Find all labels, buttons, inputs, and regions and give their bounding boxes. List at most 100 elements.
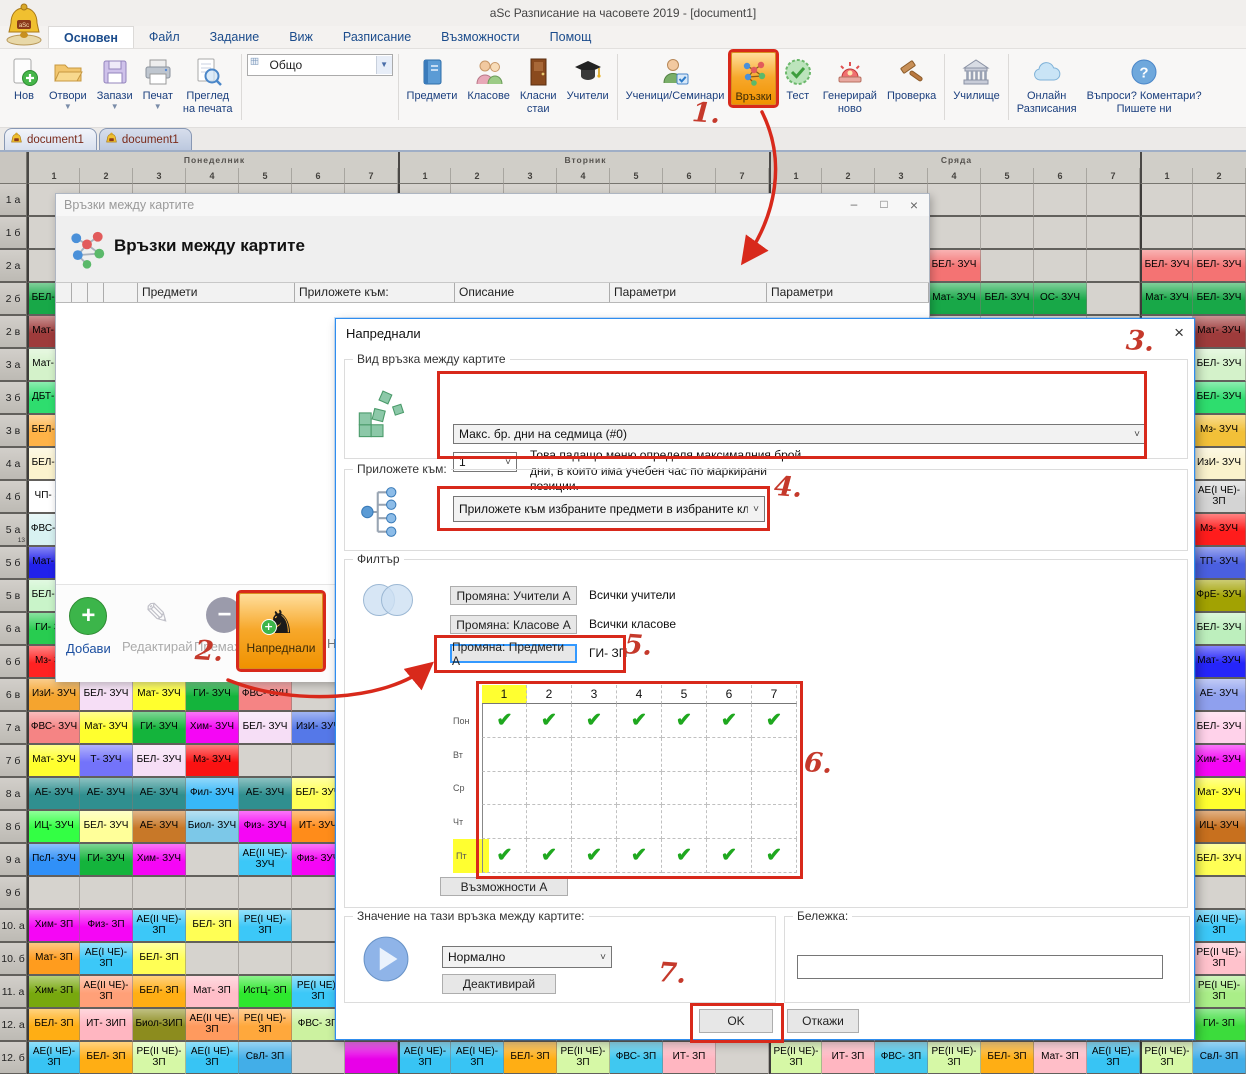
- day-period-cell[interactable]: [707, 772, 752, 806]
- period-header[interactable]: 5: [981, 168, 1034, 184]
- day-period-cell[interactable]: [617, 805, 662, 839]
- weight-dropdown[interactable]: Нормално ˅: [442, 946, 612, 968]
- class-label[interactable]: 8 б: [0, 811, 27, 844]
- lesson-cell[interactable]: РЕ(II ЧЕ)-ЗП: [1193, 943, 1246, 976]
- day-period-cell[interactable]: ✔: [707, 839, 752, 873]
- lesson-cell[interactable]: [1140, 217, 1193, 250]
- view-combo[interactable]: Общо ▼: [247, 54, 393, 76]
- period-header[interactable]: 2: [451, 168, 504, 184]
- day-period-cell[interactable]: ✔: [572, 839, 617, 873]
- day-period-cell[interactable]: [707, 738, 752, 772]
- lesson-cell[interactable]: АЕ(II ЧЕ)-ЗУЧ: [239, 844, 292, 877]
- ribbon-button-тест[interactable]: Тест: [780, 52, 816, 103]
- lesson-cell[interactable]: АЕ(I ЧЕ)-ЗП: [27, 1042, 80, 1074]
- lesson-cell[interactable]: [981, 250, 1034, 283]
- class-label[interactable]: 9 а: [0, 844, 27, 877]
- period-header[interactable]: 3: [504, 168, 557, 184]
- day-period-cell[interactable]: ✔: [482, 839, 527, 873]
- lesson-cell[interactable]: ФВС- ЗУЧ: [27, 712, 80, 745]
- period-header[interactable]: 6: [1034, 168, 1087, 184]
- class-label[interactable]: 5 б: [0, 547, 27, 580]
- ribbon-button-класни[interactable]: Класни стаи: [517, 52, 560, 115]
- class-label[interactable]: 3 в: [0, 415, 27, 448]
- lesson-cell[interactable]: Т- ЗУЧ: [80, 745, 133, 778]
- day-period-cell[interactable]: [482, 738, 527, 772]
- day-period-cell[interactable]: ✔: [617, 839, 662, 873]
- lesson-cell[interactable]: РЕ(II ЧЕ)-ЗП: [133, 1042, 186, 1074]
- lesson-cell[interactable]: [186, 844, 239, 877]
- note-input[interactable]: [797, 955, 1163, 979]
- ribbon-button-отвори[interactable]: Отвори▼: [46, 52, 90, 110]
- lesson-cell[interactable]: [80, 877, 133, 910]
- day-period-cell[interactable]: ✔: [527, 839, 572, 873]
- day-period-cell[interactable]: ✔: [662, 704, 707, 738]
- day-period-cell[interactable]: [662, 805, 707, 839]
- period-header[interactable]: 1: [769, 168, 822, 184]
- period-header[interactable]: 1: [27, 168, 80, 184]
- lesson-cell[interactable]: Мат- ЗП: [27, 943, 80, 976]
- lesson-cell[interactable]: [928, 184, 981, 217]
- class-label[interactable]: 1 б: [0, 217, 27, 250]
- lesson-cell[interactable]: БЕЛ- ЗУЧ: [1193, 712, 1246, 745]
- lesson-cell[interactable]: БЕЛ- ЗУЧ: [80, 679, 133, 712]
- class-label[interactable]: 4 а: [0, 448, 27, 481]
- day-period-cell[interactable]: [752, 772, 797, 806]
- lesson-cell[interactable]: [27, 877, 80, 910]
- lesson-cell[interactable]: ФрЕ- ЗУЧ: [1193, 580, 1246, 613]
- ribbon-tab-Помощ[interactable]: Помощ: [535, 26, 607, 48]
- class-label[interactable]: 9 б: [0, 877, 27, 910]
- lesson-cell[interactable]: АЕ(I ЧЕ)-ЗП: [80, 943, 133, 976]
- lesson-cell[interactable]: Хим- ЗП: [27, 976, 80, 1009]
- period-header[interactable]: 6: [292, 168, 345, 184]
- day-period-cell[interactable]: ✔: [662, 839, 707, 873]
- lesson-cell[interactable]: [1087, 217, 1140, 250]
- lesson-cell[interactable]: [1193, 217, 1246, 250]
- period-header[interactable]: 2: [80, 168, 133, 184]
- lesson-cell[interactable]: Мат- ЗУЧ: [1140, 283, 1193, 316]
- ribbon-button-онлайн[interactable]: Онлайн Разписания: [1014, 52, 1080, 115]
- lesson-cell[interactable]: БЕЛ- ЗП: [981, 1042, 1034, 1074]
- lesson-cell[interactable]: [1087, 250, 1140, 283]
- lesson-cell[interactable]: Мз- ЗУЧ: [186, 745, 239, 778]
- day-period-cell[interactable]: [572, 772, 617, 806]
- day-period-cell[interactable]: [617, 738, 662, 772]
- lesson-cell[interactable]: БЕЛ- ЗУЧ: [1193, 613, 1246, 646]
- class-label[interactable]: 12. а: [0, 1009, 27, 1042]
- day-period-cell[interactable]: ✔: [482, 704, 527, 738]
- lesson-cell[interactable]: ФВС- ЗП: [875, 1042, 928, 1074]
- lesson-cell[interactable]: АЕ(I ЧЕ)-ЗП: [398, 1042, 451, 1074]
- lesson-cell[interactable]: Мат- ЗУЧ: [928, 283, 981, 316]
- lesson-cell[interactable]: БЕЛ- ЗУЧ: [981, 283, 1034, 316]
- lesson-cell[interactable]: СвЛ- ЗП: [239, 1042, 292, 1074]
- period-header[interactable]: 2: [822, 168, 875, 184]
- lesson-cell[interactable]: РЕ(I ЧЕ)-ЗП: [1193, 976, 1246, 1009]
- class-label[interactable]: 10. а: [0, 910, 27, 943]
- lesson-cell[interactable]: [345, 1042, 398, 1074]
- advanced-button[interactable]: ♞+ Напреднали: [239, 593, 323, 669]
- maximize-icon[interactable]: □: [869, 197, 899, 213]
- lesson-cell[interactable]: [239, 877, 292, 910]
- lesson-cell[interactable]: РЕ(I ЧЕ)-ЗП: [239, 1009, 292, 1042]
- day-period-cell[interactable]: ✔: [752, 704, 797, 738]
- period-header[interactable]: 7: [1087, 168, 1140, 184]
- lesson-cell[interactable]: БЕЛ- ЗУЧ: [1193, 382, 1246, 415]
- lesson-cell[interactable]: Фил- ЗУЧ: [186, 778, 239, 811]
- ok-button[interactable]: OK: [699, 1009, 773, 1033]
- lesson-cell[interactable]: ПсЛ- ЗУЧ: [27, 844, 80, 877]
- lesson-cell[interactable]: [928, 217, 981, 250]
- period-grid-header[interactable]: 2: [527, 685, 572, 704]
- class-label[interactable]: 6 б: [0, 646, 27, 679]
- lesson-cell[interactable]: АЕ(II ЧЕ)-ЗП: [133, 910, 186, 943]
- lesson-cell[interactable]: АЕ- ЗУЧ: [133, 778, 186, 811]
- chevron-down-icon[interactable]: ▼: [376, 56, 392, 74]
- lesson-cell[interactable]: ГИ- ЗУЧ: [133, 712, 186, 745]
- day-period-cell[interactable]: [617, 772, 662, 806]
- day-period-cell[interactable]: [707, 805, 752, 839]
- period-header[interactable]: 2: [1193, 168, 1246, 184]
- lesson-cell[interactable]: [1034, 217, 1087, 250]
- lesson-cell[interactable]: АЕ- ЗУЧ: [133, 811, 186, 844]
- lesson-cell[interactable]: ИстЦ- ЗП: [239, 976, 292, 1009]
- period-grid-header[interactable]: 1: [482, 685, 527, 704]
- class-label[interactable]: 5 в: [0, 580, 27, 613]
- class-label[interactable]: 10. б: [0, 943, 27, 976]
